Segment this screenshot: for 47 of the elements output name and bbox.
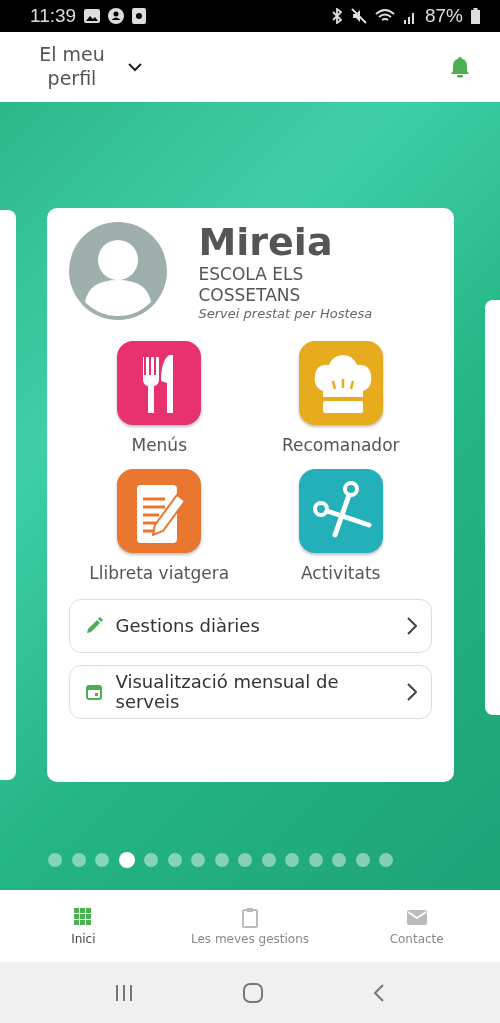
nav-tab[interactable]: Inici [0,890,167,962]
page-dot[interactable] [261,853,276,867]
account-icon [108,8,125,24]
page-dot[interactable] [118,852,135,868]
nav-tab[interactable]: Contacte [333,890,500,962]
page-dot[interactable] [214,853,229,867]
page-dot[interactable] [285,853,299,867]
page-dot[interactable] [95,853,109,867]
clock: 11:39 [30,5,77,27]
page-dot[interactable] [355,853,370,867]
tile-button[interactable]: Llibreta viatgera [68,469,250,584]
bell-icon[interactable] [450,56,470,78]
app-icon [132,8,147,24]
school-name: ESCOLA ELS COSSETANS [198,263,305,307]
image-icon [84,9,101,23]
provider-text: Servei prestat per Hostesa [198,306,373,322]
home-icon[interactable] [242,981,264,1004]
tile-button[interactable]: Recomanador [250,341,432,456]
mute-icon [350,8,367,24]
profile-selector[interactable]: El meu perfil [28,43,116,91]
user-name: Mireia [198,222,334,264]
page-dot[interactable] [167,853,182,867]
chevron-down-icon[interactable] [128,62,142,72]
page-dot[interactable] [48,853,62,867]
page-dot[interactable] [71,853,86,867]
battery-icon [471,8,480,24]
chevron-right-icon [406,617,417,636]
tile-button[interactable]: Menús [68,341,250,456]
page-dot[interactable] [379,853,393,867]
action-button[interactable]: Gestions diàries [68,599,432,654]
battery-level: 87% [424,5,463,27]
recent-apps-icon[interactable] [114,982,134,1003]
action-button[interactable]: Visualització mensual de serveis [68,665,432,720]
back-icon[interactable] [372,982,386,1003]
page-dot[interactable] [332,853,346,867]
calendar-icon [83,682,104,703]
avatar-icon [68,222,167,320]
page-dot[interactable] [191,853,205,867]
wifi-icon [374,8,395,24]
page-dot[interactable] [144,853,158,867]
tile-button[interactable]: Activitats [250,469,432,584]
page-dot[interactable] [238,853,252,867]
clipboard-icon [239,906,261,928]
page-dot[interactable] [308,853,323,867]
nav-tab[interactable]: Les meves gestions [166,890,334,962]
bluetooth-icon [330,8,343,24]
chevron-right-icon [406,683,417,702]
